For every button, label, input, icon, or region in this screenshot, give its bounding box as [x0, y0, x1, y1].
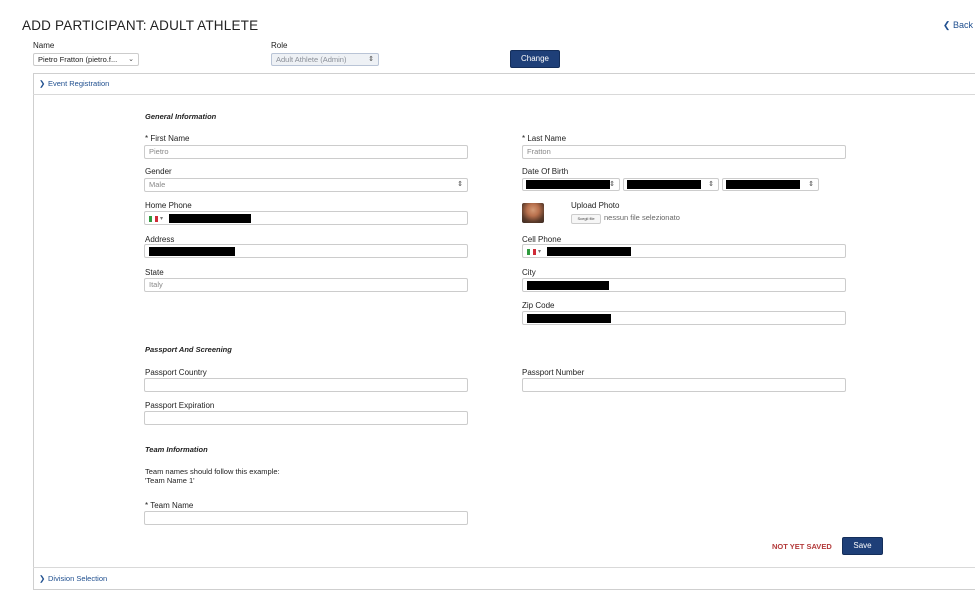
role-label: Role [271, 41, 288, 50]
italy-flag-icon [527, 249, 536, 255]
passport-country-input[interactable] [144, 378, 468, 392]
first-name-label: * First Name [145, 134, 190, 143]
chevron-left-icon: ❮ [942, 20, 951, 30]
dob-year-select[interactable]: ⇕ [722, 178, 819, 191]
home-phone-input[interactable]: ▾ [144, 211, 468, 225]
back-link-label: Back [952, 20, 973, 30]
date-of-birth-label: Date Of Birth [522, 167, 569, 176]
select-updown-icon: ⇕ [368, 56, 374, 63]
team-hint-line2: 'Team Name 1' [145, 476, 195, 485]
passport-expiration-input[interactable] [144, 411, 468, 425]
state-input[interactable]: Italy [144, 278, 468, 292]
chevron-right-icon: ❯ [39, 79, 46, 88]
cell-phone-input[interactable]: ▾ [522, 244, 846, 258]
redaction-bar [547, 247, 631, 256]
team-information-heading: Team Information [145, 445, 208, 454]
choose-file-button[interactable]: Scegli file [571, 214, 601, 224]
address-input[interactable] [144, 244, 468, 258]
name-select-value: Pietro Fratton (pietro.f... [38, 55, 118, 64]
dob-month-select[interactable]: ⇕ [522, 178, 620, 191]
passport-number-label: Passport Number [522, 368, 585, 377]
gender-label: Gender [145, 167, 172, 176]
event-registration-link[interactable]: Event Registration [48, 79, 109, 88]
chevron-right-icon: ❯ [39, 574, 46, 583]
name-select[interactable]: Pietro Fratton (pietro.f... ⌄ [33, 53, 139, 66]
redaction-bar [149, 247, 235, 256]
page-title: ADD PARTICIPANT: ADULT ATHLETE [22, 18, 259, 33]
select-updown-icon: ⇕ [457, 181, 463, 188]
passport-heading: Passport And Screening [145, 345, 232, 354]
zip-code-input[interactable] [522, 311, 846, 325]
home-phone-label: Home Phone [145, 201, 192, 210]
passport-expiration-label: Passport Expiration [145, 401, 215, 410]
change-button[interactable]: Change [510, 50, 560, 68]
passport-country-label: Passport Country [145, 368, 207, 377]
city-input[interactable] [522, 278, 846, 292]
save-button[interactable]: Save [842, 537, 883, 555]
role-select[interactable]: Adult Athlete (Admin) ⇕ [271, 53, 379, 66]
redaction-bar [726, 180, 800, 189]
redaction-bar [627, 180, 701, 189]
division-selection-header[interactable]: ❯ Division Selection [33, 568, 975, 590]
select-updown-icon: ⇕ [708, 181, 714, 188]
division-selection-link[interactable]: Division Selection [48, 574, 107, 583]
avatar [522, 203, 544, 223]
state-label: State [145, 268, 164, 277]
last-name-label: * Last Name [522, 134, 567, 143]
first-name-input[interactable]: Pietro [144, 145, 468, 159]
team-name-label: * Team Name [145, 501, 194, 510]
passport-number-input[interactable] [522, 378, 846, 392]
caret-down-icon: ▾ [538, 249, 542, 255]
team-name-input[interactable] [144, 511, 468, 525]
team-hint-line1: Team names should follow this example: [145, 467, 280, 476]
redaction-bar [527, 314, 611, 323]
dob-day-select[interactable]: ⇕ [623, 178, 719, 191]
redaction-bar [169, 214, 251, 223]
save-status-text: NOT YET SAVED [772, 542, 832, 551]
cell-phone-label: Cell Phone [522, 235, 562, 244]
redaction-bar [526, 180, 610, 189]
caret-down-icon: ▾ [160, 216, 164, 222]
address-label: Address [145, 235, 175, 244]
city-label: City [522, 268, 536, 277]
event-registration-header[interactable]: ❯ Event Registration [33, 73, 975, 95]
general-information-heading: General Information [145, 112, 217, 121]
select-arrow-icon: ⌄ [128, 56, 134, 63]
upload-photo-label: Upload Photo [571, 201, 620, 210]
back-link[interactable]: ❮ Back [943, 20, 973, 31]
gender-select-value: Male [149, 180, 166, 189]
zip-code-label: Zip Code [522, 301, 555, 310]
no-file-text: nessun file selezionato [604, 213, 680, 222]
role-select-value: Adult Athlete (Admin) [276, 55, 347, 64]
select-updown-icon: ⇕ [808, 181, 814, 188]
gender-select[interactable]: Male ⇕ [144, 178, 468, 192]
select-updown-icon: ⇕ [609, 181, 615, 188]
redaction-bar [527, 281, 609, 290]
italy-flag-icon [149, 216, 158, 222]
name-label: Name [33, 41, 55, 50]
last-name-input[interactable]: Fratton [522, 145, 846, 159]
